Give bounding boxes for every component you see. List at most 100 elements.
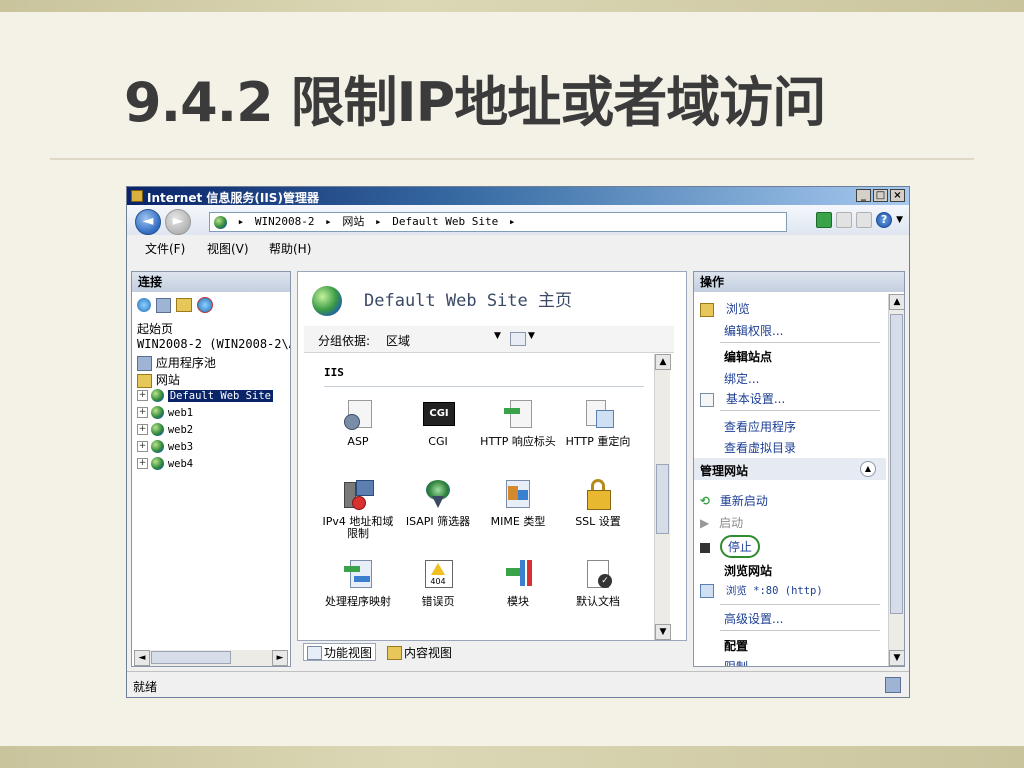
scroll-down-icon[interactable]: ▼: [889, 650, 904, 666]
features-scrollbar[interactable]: ▲ ▼: [654, 354, 671, 640]
tree-server-node[interactable]: WIN2008-2 (WIN2008-2\Adm: [137, 337, 290, 351]
action-label: 停止: [719, 535, 760, 558]
error-pages-icon: 404: [422, 558, 454, 590]
globe-icon: [151, 389, 164, 402]
action-start[interactable]: ▶ 启动: [700, 514, 743, 531]
close-button[interactable]: ×: [890, 189, 905, 202]
action-edit-permissions[interactable]: 编辑权限...: [724, 322, 783, 339]
connect-globe-icon[interactable]: [137, 298, 151, 312]
features-list: IIS ASP CGI CGI HTTP 响应标头 HTTP 重定向 IPv4 …: [304, 354, 654, 640]
chevron-right-icon: ▸: [325, 215, 332, 228]
feature-asp[interactable]: ASP: [318, 398, 398, 448]
default-document-icon: ✓: [582, 558, 614, 590]
window-titlebar[interactable]: Internet 信息服务(IIS)管理器 _ □ ×: [127, 187, 909, 205]
expand-icon[interactable]: +: [137, 441, 148, 452]
scroll-up-icon[interactable]: ▲: [655, 354, 671, 370]
menu-help[interactable]: 帮助(H): [269, 240, 311, 257]
feature-ssl-settings[interactable]: SSL 设置: [558, 478, 638, 528]
home-icon[interactable]: [856, 212, 873, 228]
features-pane: Default Web Site 主页 分组依据: 区域 ▼ ▼ IIS ASP…: [297, 271, 687, 641]
scroll-down-icon[interactable]: ▼: [655, 624, 671, 640]
horizontal-scrollbar[interactable]: ◄ ►: [134, 650, 288, 666]
address-bar[interactable]: ▸ WIN2008-2 ▸ 网站 ▸ Default Web Site ▸: [209, 212, 787, 232]
feature-modules[interactable]: 模块: [478, 558, 558, 608]
refresh-icon[interactable]: [816, 212, 833, 228]
tab-content-view[interactable]: 内容视图: [383, 643, 456, 661]
expand-icon[interactable]: +: [137, 424, 148, 435]
feature-error-pages[interactable]: 404 错误页: [398, 558, 478, 608]
feature-cgi[interactable]: CGI CGI: [398, 398, 478, 448]
feature-label: ISAPI 筛选器: [405, 515, 471, 528]
address-segment[interactable]: Default Web Site: [392, 213, 498, 230]
address-segment[interactable]: WIN2008-2: [255, 213, 315, 230]
stop-icon[interactable]: [836, 212, 853, 228]
back-arrow-icon[interactable]: ◄: [135, 209, 161, 235]
tree-site-web2[interactable]: + web2: [137, 422, 193, 436]
folder-icon[interactable]: [176, 298, 192, 312]
scroll-thumb[interactable]: [656, 464, 669, 534]
tree-start-page[interactable]: 起始页: [137, 320, 173, 337]
actions-scrollbar[interactable]: ▲ ▼: [888, 294, 904, 666]
save-icon[interactable]: [156, 297, 171, 313]
tree-site-web4[interactable]: + web4: [137, 456, 193, 470]
scroll-right-icon[interactable]: ►: [272, 650, 288, 666]
manage-site-header[interactable]: 管理网站 ▲: [694, 458, 886, 480]
action-label: 基本设置...: [725, 392, 786, 406]
scroll-thumb[interactable]: [151, 651, 231, 664]
tree-app-pools[interactable]: 应用程序池: [137, 354, 216, 371]
separator: [720, 410, 880, 411]
expand-icon[interactable]: +: [137, 458, 148, 469]
action-browse[interactable]: 浏览: [700, 300, 750, 317]
scroll-up-icon[interactable]: ▲: [889, 294, 904, 310]
view-dropdown-icon[interactable]: ▼: [528, 331, 535, 341]
forward-arrow-icon[interactable]: ►: [165, 209, 191, 235]
disconnect-icon[interactable]: [197, 297, 213, 313]
action-view-virtual-dirs[interactable]: 查看虚拟目录: [724, 439, 796, 456]
feature-isapi-filters[interactable]: ISAPI 筛选器: [398, 478, 478, 528]
action-basic-settings[interactable]: 基本设置...: [700, 390, 785, 407]
action-stop[interactable]: 停止: [700, 535, 760, 558]
feature-default-document[interactable]: ✓ 默认文档: [558, 558, 638, 608]
tree-label: web1: [167, 407, 194, 419]
feature-label: CGI: [428, 435, 448, 448]
features-title: Default Web Site 主页: [364, 291, 572, 311]
feature-label: HTTP 响应标头: [480, 435, 556, 448]
group-by-value[interactable]: 区域: [386, 332, 410, 349]
scroll-thumb[interactable]: [890, 314, 903, 614]
address-segment[interactable]: 网站: [342, 213, 364, 230]
menu-view[interactable]: 视图(V): [207, 240, 249, 257]
help-icon[interactable]: ?: [876, 212, 893, 228]
maximize-button[interactable]: □: [873, 189, 888, 202]
collapse-chevron-icon[interactable]: ▲: [860, 461, 876, 477]
action-bindings[interactable]: 绑定...: [724, 370, 759, 387]
action-restart[interactable]: ⟲ 重新启动: [700, 492, 768, 509]
action-view-applications[interactable]: 查看应用程序: [724, 418, 796, 435]
feature-handler-mappings[interactable]: 处理程序映射: [318, 558, 398, 608]
expand-icon[interactable]: +: [137, 407, 148, 418]
tree-site-default[interactable]: + Default Web Site: [137, 388, 273, 402]
group-dropdown-icon[interactable]: ▼: [494, 331, 501, 341]
action-label: 重新启动: [719, 494, 768, 508]
help-dropdown-icon[interactable]: ▼: [896, 215, 903, 225]
feature-http-redirect[interactable]: HTTP 重定向: [558, 398, 638, 448]
scroll-left-icon[interactable]: ◄: [134, 650, 150, 666]
menu-file[interactable]: 文件(F): [145, 240, 185, 257]
expand-icon[interactable]: +: [137, 390, 148, 401]
action-limits[interactable]: 限制...: [724, 658, 759, 666]
tab-features-view[interactable]: 功能视图: [303, 643, 377, 661]
feature-mime-types[interactable]: MIME 类型: [478, 478, 558, 528]
view-mode-icon[interactable]: [510, 332, 526, 346]
minimize-button[interactable]: _: [856, 189, 871, 202]
iis-manager-window: Internet 信息服务(IIS)管理器 _ □ × ◄ ► ▸ WIN200…: [126, 186, 910, 698]
tree-site-web3[interactable]: + web3: [137, 439, 193, 453]
tree-site-web1[interactable]: + web1: [137, 405, 193, 419]
iis-app-icon: [131, 190, 143, 202]
chevron-right-icon: ▸: [374, 215, 382, 228]
action-browse-port[interactable]: 浏览 *:80 (http): [700, 583, 823, 598]
tree-sites[interactable]: 网站: [137, 371, 180, 388]
feature-ipv4-restrictions[interactable]: IPv4 地址和域限制: [318, 478, 398, 540]
slide-title: 9.4.2 限制IP地址或者域访问: [124, 71, 826, 134]
feature-http-headers[interactable]: HTTP 响应标头: [478, 398, 558, 448]
chevron-right-icon: ▸: [508, 215, 516, 228]
action-advanced-settings[interactable]: 高级设置...: [724, 610, 783, 627]
